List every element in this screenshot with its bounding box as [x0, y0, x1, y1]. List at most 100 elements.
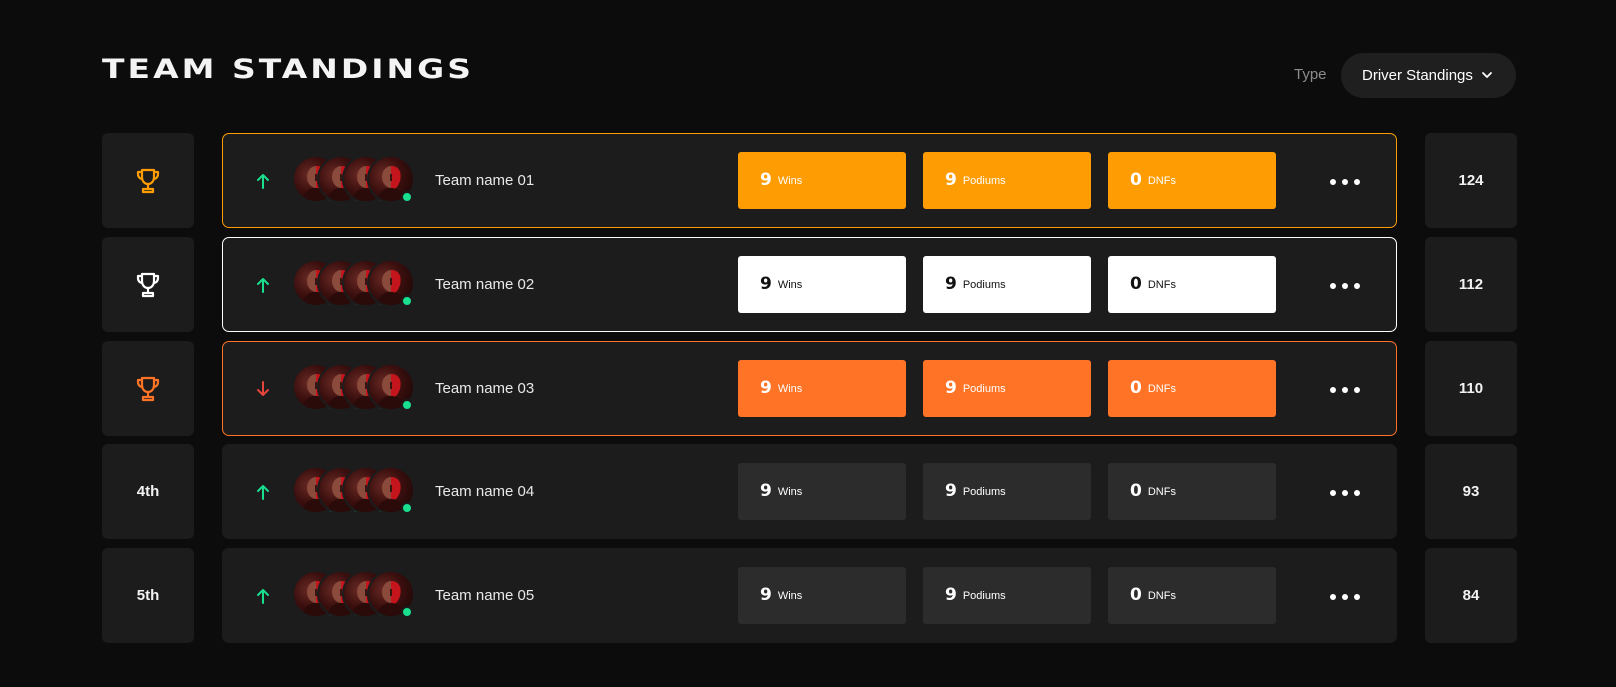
online-status-dot — [401, 295, 413, 307]
points-cell: 112 — [1425, 237, 1517, 332]
arrow-up-icon — [257, 589, 269, 604]
dnfs-label: DNFs — [1147, 278, 1176, 291]
more-options-icon[interactable] — [1330, 587, 1360, 607]
wins-count: 9 — [760, 481, 772, 501]
points-value: 110 — [1458, 380, 1484, 397]
podiums-label: Podiums — [962, 589, 1006, 602]
more-options-icon[interactable] — [1330, 276, 1360, 296]
avatar-group — [292, 259, 422, 311]
more-options-icon[interactable] — [1330, 380, 1360, 400]
rank-cell: 5th — [102, 548, 194, 643]
trophy-icon — [136, 168, 160, 193]
trophy-icon — [136, 272, 160, 297]
points-value: 84 — [1462, 587, 1480, 604]
team-card[interactable]: Team name 02 9 Wins 9 Podiums 0 DNFs — [222, 237, 1397, 332]
wins-label: Wins — [777, 278, 803, 291]
rank-cell — [102, 341, 194, 436]
team-name: Team name 05 — [435, 587, 535, 604]
avatar-group — [292, 466, 422, 518]
dnfs-stat[interactable]: 0 DNFs — [1108, 463, 1276, 520]
more-options-icon[interactable] — [1330, 483, 1360, 503]
standings-row: 5th Team name 05 9 Wins 9 Podiums 0 DNFs 84 — [0, 548, 1616, 643]
dnfs-stat[interactable]: 0 DNFs — [1108, 152, 1276, 209]
avatar-group — [292, 363, 422, 415]
wins-count: 9 — [760, 170, 772, 190]
page-title: TEAM STANDINGS — [102, 54, 475, 85]
dnfs-count: 0 — [1130, 170, 1142, 190]
dnfs-count: 0 — [1130, 274, 1142, 294]
dnfs-count: 0 — [1130, 585, 1142, 605]
wins-stat[interactable]: 9 Wins — [738, 360, 906, 417]
trophy-icon — [136, 376, 160, 401]
podiums-stat[interactable]: 9 Podiums — [923, 256, 1091, 313]
podiums-stat[interactable]: 9 Podiums — [923, 152, 1091, 209]
dnfs-label: DNFs — [1147, 382, 1176, 395]
points-value: 124 — [1458, 172, 1484, 189]
podiums-stat[interactable]: 9 Podiums — [923, 567, 1091, 624]
points-cell: 93 — [1425, 444, 1517, 539]
dnfs-count: 0 — [1130, 481, 1142, 501]
team-name: Team name 01 — [435, 172, 535, 189]
more-options-icon[interactable] — [1330, 172, 1360, 192]
online-status-dot — [401, 399, 413, 411]
podiums-label: Podiums — [962, 174, 1006, 187]
team-card[interactable]: Team name 04 9 Wins 9 Podiums 0 DNFs — [222, 444, 1397, 539]
type-label: Type — [1294, 66, 1327, 83]
team-card[interactable]: Team name 03 9 Wins 9 Podiums 0 DNFs — [222, 341, 1397, 436]
rank-cell — [102, 237, 194, 332]
dnfs-stat[interactable]: 0 DNFs — [1108, 567, 1276, 624]
arrow-up-icon — [257, 485, 269, 500]
standings-row: Team name 02 9 Wins 9 Podiums 0 DNFs 112 — [0, 237, 1616, 332]
dnfs-label: DNFs — [1147, 589, 1176, 602]
podiums-label: Podiums — [962, 382, 1006, 395]
arrow-up-icon — [257, 174, 269, 189]
podiums-stat[interactable]: 9 Podiums — [923, 463, 1091, 520]
podiums-count: 9 — [945, 274, 957, 294]
avatar-group — [292, 570, 422, 622]
arrow-up-icon — [257, 278, 269, 293]
avatar-group — [292, 155, 422, 207]
points-value: 112 — [1458, 276, 1484, 293]
dnfs-stat[interactable]: 0 DNFs — [1108, 256, 1276, 313]
wins-count: 9 — [760, 378, 772, 398]
wins-label: Wins — [777, 485, 803, 498]
standings-row: 4th Team name 04 9 Wins 9 Podiums 0 DNFs 93 — [0, 444, 1616, 539]
wins-count: 9 — [760, 585, 772, 605]
points-value: 93 — [1462, 483, 1480, 500]
wins-stat[interactable]: 9 Wins — [738, 256, 906, 313]
wins-label: Wins — [777, 174, 803, 187]
type-select[interactable]: Driver Standings — [1341, 53, 1516, 98]
rank-cell: 4th — [102, 444, 194, 539]
podiums-count: 9 — [945, 170, 957, 190]
podiums-stat[interactable]: 9 Podiums — [923, 360, 1091, 417]
team-card[interactable]: Team name 01 9 Wins 9 Podiums 0 DNFs — [222, 133, 1397, 228]
team-name: Team name 04 — [435, 483, 535, 500]
points-cell: 84 — [1425, 548, 1517, 643]
standings-row: Team name 01 9 Wins 9 Podiums 0 DNFs 124 — [0, 133, 1616, 228]
podiums-label: Podiums — [962, 485, 1006, 498]
points-cell: 124 — [1425, 133, 1517, 228]
wins-label: Wins — [777, 589, 803, 602]
rank-cell — [102, 133, 194, 228]
team-name: Team name 02 — [435, 276, 535, 293]
points-cell: 110 — [1425, 341, 1517, 436]
team-name: Team name 03 — [435, 380, 535, 397]
online-status-dot — [401, 606, 413, 618]
wins-stat[interactable]: 9 Wins — [738, 152, 906, 209]
rank-label: 4th — [136, 483, 160, 500]
dnfs-label: DNFs — [1147, 174, 1176, 187]
chevron-down-icon — [1482, 72, 1492, 78]
dnfs-stat[interactable]: 0 DNFs — [1108, 360, 1276, 417]
type-select-value: Driver Standings — [1362, 67, 1473, 84]
podiums-label: Podiums — [962, 278, 1006, 291]
online-status-dot — [401, 191, 413, 203]
podiums-count: 9 — [945, 481, 957, 501]
arrow-down-icon — [257, 381, 269, 396]
wins-stat[interactable]: 9 Wins — [738, 567, 906, 624]
wins-label: Wins — [777, 382, 803, 395]
wins-stat[interactable]: 9 Wins — [738, 463, 906, 520]
rank-label: 5th — [136, 587, 160, 604]
team-card[interactable]: Team name 05 9 Wins 9 Podiums 0 DNFs — [222, 548, 1397, 643]
wins-count: 9 — [760, 274, 772, 294]
podiums-count: 9 — [945, 585, 957, 605]
